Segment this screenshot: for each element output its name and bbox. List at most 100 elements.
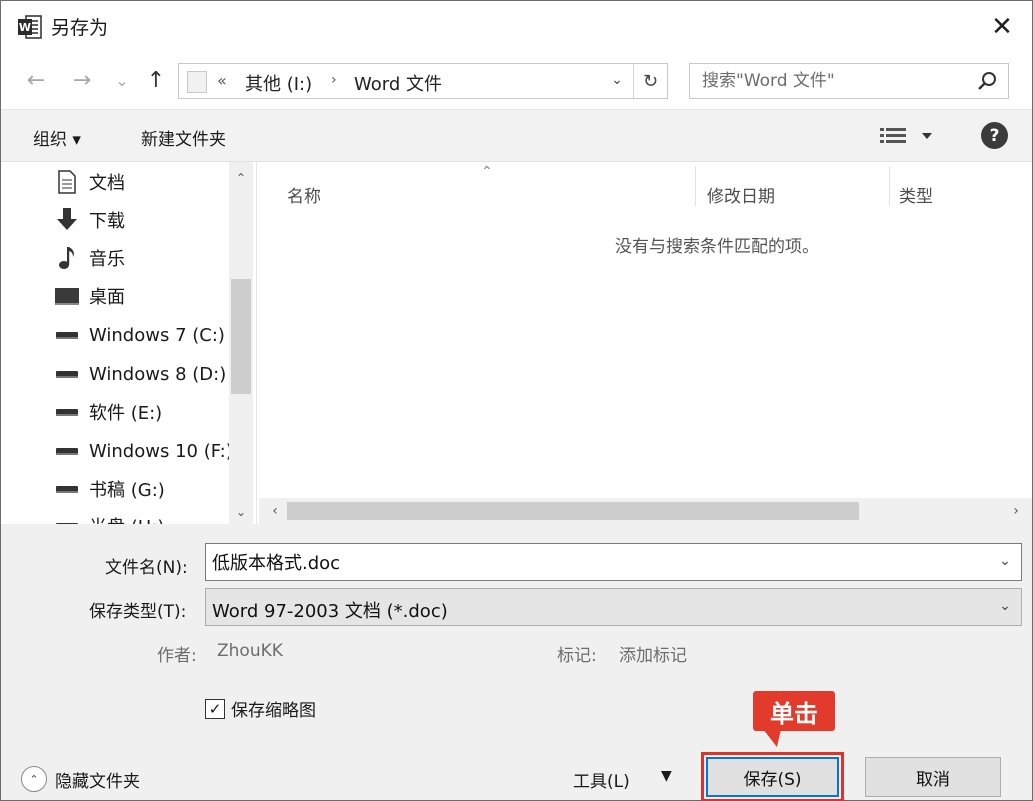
- save-button[interactable]: 保存(S): [706, 757, 839, 797]
- recent-locations-button[interactable]: ⌄: [107, 65, 137, 95]
- click-callout: 单击: [753, 691, 835, 731]
- chevron-down-icon[interactable]: ⌄: [995, 598, 1015, 618]
- close-icon: ✕: [991, 12, 1013, 42]
- nav-item-desktop[interactable]: 桌面: [53, 278, 233, 314]
- breadcrumb-folder[interactable]: Word 文件: [354, 70, 442, 96]
- folder-icon: [187, 71, 207, 93]
- column-header-type[interactable]: 类型: [871, 170, 1021, 214]
- forward-button[interactable]: →: [67, 65, 97, 95]
- save-as-dialog: W 另存为 ✕ ← → ⌄ ↑ « 其他 (I:) › Word 文件 ⌄ ↻: [0, 0, 1033, 801]
- back-button[interactable]: ←: [21, 65, 51, 95]
- address-bar[interactable]: « 其他 (I:) › Word 文件 ⌄ ↻: [178, 63, 668, 99]
- author-value[interactable]: ZhouKK: [217, 641, 283, 661]
- save-thumbnail-checkbox[interactable]: ✓: [205, 699, 225, 719]
- nav-item-drive-f[interactable]: Windows 10 (F:): [53, 433, 233, 469]
- refresh-icon: ↻: [642, 70, 659, 92]
- drive-icon: [53, 438, 81, 464]
- drive-icon: [53, 322, 81, 348]
- nav-item-label: 光盘 (H:): [89, 513, 164, 524]
- nav-item-documents[interactable]: 文档: [53, 164, 233, 200]
- filetype-value: Word 97-2003 文档 (*.doc): [212, 601, 448, 622]
- nav-item-label: 软件 (E:): [89, 403, 163, 424]
- navigation-row: ← → ⌄ ↑ « 其他 (I:) › Word 文件 ⌄ ↻: [1, 53, 1032, 109]
- scroll-down-icon[interactable]: ⌄: [229, 500, 253, 524]
- author-label: 作者:: [157, 646, 197, 666]
- word-app-icon: W: [18, 15, 42, 39]
- dialog-title: 另存为: [51, 17, 109, 39]
- nav-item-drive-g[interactable]: 书稿 (G:): [53, 471, 233, 507]
- scrollbar-thumb[interactable]: [231, 279, 251, 394]
- command-bar: 组织 ▾ 新建文件夹 ?: [1, 109, 1032, 162]
- back-arrow-icon: ←: [26, 67, 46, 93]
- overflow-chevron-icon[interactable]: «: [217, 71, 227, 90]
- document-icon: [53, 169, 81, 195]
- nav-item-label: 下载: [89, 211, 125, 232]
- column-header-name[interactable]: 名称: [259, 170, 695, 214]
- chevron-down-icon: ⌄: [115, 70, 129, 90]
- view-options-icon[interactable]: [878, 125, 938, 147]
- scroll-left-icon[interactable]: ‹: [263, 498, 287, 524]
- tools-menu-button[interactable]: 工具(L): [573, 767, 630, 797]
- scrollbar-thumb[interactable]: [287, 502, 859, 520]
- help-icon[interactable]: ?: [981, 122, 1008, 149]
- scroll-right-icon[interactable]: ›: [1004, 498, 1028, 524]
- tags-value[interactable]: 添加标记: [619, 641, 687, 666]
- drive-icon: [53, 361, 81, 387]
- nav-item-label: 音乐: [89, 249, 125, 270]
- filelist-horizontal-scrollbar[interactable]: ‹ ›: [259, 498, 1032, 524]
- nav-item-drive-e[interactable]: 软件 (E:): [53, 394, 233, 430]
- new-folder-button[interactable]: 新建文件夹: [141, 125, 226, 150]
- nav-item-label: 文档: [89, 173, 125, 194]
- up-folder-button[interactable]: ↑: [141, 65, 171, 95]
- svg-text:W: W: [19, 21, 31, 34]
- filetype-select[interactable]: Word 97-2003 文档 (*.doc) ⌄: [205, 588, 1022, 626]
- search-input[interactable]: [702, 70, 962, 92]
- checkmark-icon: ✓: [208, 700, 222, 718]
- breadcrumb-drive[interactable]: 其他 (I:): [245, 70, 312, 96]
- tags-label: 标记:: [557, 646, 597, 666]
- nav-item-label: 桌面: [89, 287, 125, 308]
- hide-folders-toggle[interactable]: ⌃ 隐藏文件夹: [21, 764, 140, 794]
- nav-item-label: Windows 7 (C:): [89, 324, 225, 346]
- chevron-down-icon[interactable]: ⌄: [995, 553, 1015, 573]
- drive-icon: [53, 476, 81, 502]
- nav-item-label: Windows 10 (F:): [89, 440, 233, 462]
- search-box[interactable]: [689, 63, 1009, 99]
- navpane-scrollbar[interactable]: ⌃ ⌄: [229, 162, 253, 524]
- download-icon: [53, 207, 81, 233]
- callout-pointer: [763, 729, 787, 747]
- nav-item-label: Windows 8 (D:): [89, 363, 227, 385]
- save-thumbnail-label[interactable]: 保存缩略图: [231, 696, 316, 721]
- scroll-up-icon[interactable]: ⌃: [229, 166, 253, 190]
- chevron-up-icon: ⌃: [21, 766, 47, 792]
- close-button[interactable]: ✕: [984, 9, 1020, 45]
- up-arrow-icon: ↑: [146, 67, 166, 93]
- filename-label: 文件名(N):: [105, 558, 188, 578]
- column-header-date[interactable]: 修改日期: [679, 170, 889, 214]
- nav-item-drive-h[interactable]: 光盘 (H:): [53, 508, 233, 524]
- filetype-label: 保存类型(T):: [89, 602, 187, 622]
- desktop-icon: [53, 283, 81, 309]
- breadcrumb-separator-icon: ›: [331, 72, 337, 88]
- empty-list-message: 没有与搜索条件匹配的项。: [615, 237, 819, 257]
- file-list: ⌃ 名称 修改日期 类型 没有与搜索条件匹配的项。 ‹ ›: [259, 162, 1032, 524]
- dropdown-arrow-icon[interactable]: ▼: [661, 768, 672, 784]
- nav-item-music[interactable]: 音乐: [53, 240, 233, 276]
- forward-arrow-icon: →: [72, 67, 92, 93]
- nav-item-downloads[interactable]: 下载: [53, 202, 233, 238]
- search-icon[interactable]: [976, 70, 998, 92]
- filename-input[interactable]: [212, 551, 982, 573]
- cancel-button[interactable]: 取消: [865, 757, 1001, 797]
- nav-item-drive-d[interactable]: Windows 8 (D:): [53, 356, 233, 392]
- music-icon: [53, 245, 81, 271]
- hide-folders-label: 隐藏文件夹: [55, 771, 140, 792]
- drive-icon: [53, 399, 81, 425]
- refresh-button[interactable]: ↻: [633, 64, 667, 98]
- address-dropdown-icon[interactable]: ⌄: [607, 72, 627, 92]
- filename-combobox[interactable]: ⌄: [205, 543, 1022, 581]
- nav-item-drive-c[interactable]: Windows 7 (C:): [53, 317, 233, 353]
- title-bar: W 另存为 ✕: [1, 1, 1032, 53]
- organize-menu-button[interactable]: 组织 ▾: [33, 125, 81, 150]
- save-options-pane: 文件名(N): ⌄ 保存类型(T): Word 97-2003 文档 (*.do…: [1, 524, 1032, 801]
- drive-icon: [53, 513, 81, 524]
